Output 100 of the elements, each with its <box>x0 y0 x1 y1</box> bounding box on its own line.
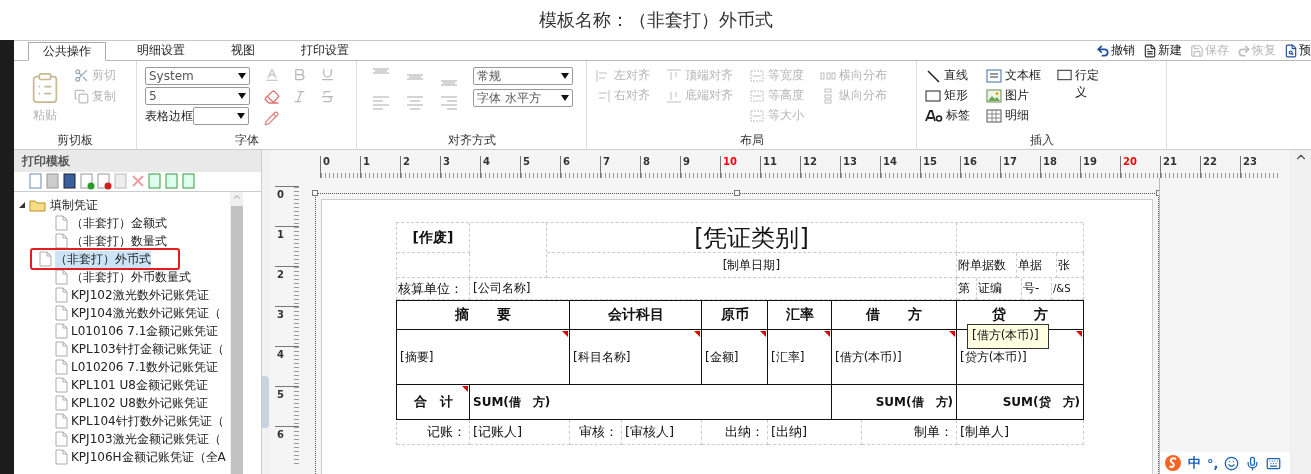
tree-item[interactable]: KPL104针打数外记账凭证（ <box>55 412 224 430</box>
ruler-number: 4 <box>276 349 284 360</box>
bold-icon[interactable] <box>292 67 307 82</box>
text-align-right-icon[interactable] <box>439 93 459 113</box>
signature-label: 记账： <box>397 420 470 445</box>
direction-select[interactable]: 字体 水平方 <box>473 89 573 107</box>
ruler-number: 17 <box>1002 156 1018 167</box>
dropdown-arrow-icon[interactable] <box>237 113 245 119</box>
style-select[interactable]: 常规 <box>473 67 573 85</box>
ruler-number: 22 <box>1202 156 1218 167</box>
tree-folder[interactable]: 填制凭证 <box>18 196 98 214</box>
same-size-icon <box>749 107 765 124</box>
ruler-number: 6 <box>276 429 284 440</box>
tab[interactable]: 视图 <box>216 41 270 60</box>
line-insert-button[interactable]: 直线 <box>925 67 970 84</box>
sum-field: SUM(贷 方) <box>957 385 1084 420</box>
voucher-type-title: [凭证类别] <box>547 223 957 253</box>
dropdown-arrow-icon[interactable] <box>238 93 246 99</box>
tree-item[interactable]: KPJ102激光数外记账凭证 <box>55 286 209 304</box>
import-icon[interactable] <box>147 173 163 190</box>
file-remove-icon[interactable] <box>96 173 112 190</box>
document-icon <box>39 251 52 267</box>
input-mode[interactable]: 中 <box>1188 454 1201 472</box>
dropdown-arrow-icon[interactable] <box>561 95 569 101</box>
ruler-number: 6 <box>562 156 571 167</box>
attachment-label: 附单据数 <box>957 253 1017 278</box>
group-title: 布局 <box>738 132 765 149</box>
number-label: 第 <box>957 278 977 300</box>
ruler-number: 2 <box>276 269 284 280</box>
tree-item[interactable]: KPJ103激光金额记账凭证（ <box>55 430 221 448</box>
ruler-number: 21 <box>1162 156 1178 167</box>
row-definition-button[interactable]: 行定义 <box>1057 67 1109 101</box>
signature-field: [记账人] <box>470 420 570 445</box>
group-title: 剪切板 <box>56 132 94 149</box>
scrollbar[interactable] <box>230 192 243 474</box>
tree-item[interactable]: （非套打）外币数量式 <box>55 268 191 286</box>
detail-insert-button[interactable]: 明细 <box>986 107 1041 124</box>
tree-item[interactable]: KPJ104激光数外记账凭证（ <box>55 304 221 322</box>
tree-item[interactable]: KPL103针打金额记账凭证（ <box>55 340 224 358</box>
export-icon[interactable] <box>164 173 180 190</box>
same-width-icon <box>749 67 765 84</box>
tree-item[interactable]: L010206 7.1数外记账凭证 <box>55 358 219 376</box>
microphone-icon[interactable] <box>1245 455 1261 471</box>
tab[interactable]: 明细设置 <box>122 41 200 60</box>
checklist-icon[interactable] <box>181 173 197 190</box>
image-insert-button[interactable]: 图片 <box>986 87 1041 104</box>
new-file-icon[interactable] <box>28 173 44 190</box>
eraser-icon[interactable] <box>264 89 280 105</box>
detail-field: [科目名称] <box>570 330 702 385</box>
font-size-select[interactable]: 5 <box>145 87 250 105</box>
new-button[interactable]: 新建 <box>1143 42 1182 59</box>
border-select[interactable] <box>193 107 249 125</box>
collapse-icon[interactable] <box>18 201 26 209</box>
document-icon <box>55 341 68 357</box>
dropdown-arrow-icon[interactable] <box>561 73 569 79</box>
tree-item[interactable]: （非套打）数量式 <box>55 232 167 250</box>
signature-field: [制单人] <box>957 420 1084 445</box>
tree-item[interactable]: （非套打）金额式 <box>55 214 167 232</box>
tree-item[interactable]: KPL101 U8金额记账凭证 <box>55 376 208 394</box>
font-family-select[interactable]: System <box>145 67 250 85</box>
preview-icon <box>1284 43 1298 58</box>
dropdown-arrow-icon[interactable] <box>238 73 246 79</box>
tree-item[interactable]: KPL102 U8数外记账凭证 <box>55 394 208 412</box>
tree-item[interactable]: KPJ106H金额记账凭证（全A <box>55 448 226 466</box>
keyboard-icon[interactable] <box>1266 455 1282 471</box>
text-align-left-icon[interactable] <box>371 93 391 113</box>
ruler-number: 2 <box>402 156 411 167</box>
tab[interactable]: 打印设置 <box>286 41 364 60</box>
emoji-icon[interactable] <box>1224 455 1240 471</box>
label-insert-button[interactable]: 标签 <box>925 107 970 124</box>
pencil-icon[interactable] <box>264 111 279 126</box>
panel-title: 打印模板 <box>14 150 261 172</box>
text-align-center-icon[interactable] <box>405 93 425 113</box>
rect-insert-button[interactable]: 矩形 <box>925 87 970 104</box>
properties-icon[interactable] <box>62 173 78 190</box>
tooltip: [借方(本币)] <box>967 324 1049 349</box>
resize-handle[interactable] <box>734 190 740 196</box>
tree-item[interactable]: L010106 7.1金额记账凭证 <box>55 322 219 340</box>
underline-icon[interactable] <box>320 67 335 82</box>
image-icon <box>986 87 1002 104</box>
file-check-icon[interactable] <box>79 173 95 190</box>
group-title: 字体 <box>233 132 260 149</box>
punctuation-mode[interactable]: °, <box>1207 455 1219 471</box>
resize-handle[interactable] <box>312 190 318 196</box>
document-icon <box>55 287 68 303</box>
textbox-insert-button[interactable]: 文本框 <box>986 67 1041 84</box>
scrollbar[interactable] <box>1290 150 1311 474</box>
ruler-number: 15 <box>922 156 938 167</box>
splitter-handle[interactable] <box>262 376 269 428</box>
undo-button[interactable]: 撤销 <box>1096 42 1135 59</box>
column-header: 会计科目 <box>570 300 702 330</box>
ruler-number: 4 <box>482 156 491 167</box>
column-header: 汇率 <box>768 300 832 330</box>
strikethrough-icon[interactable] <box>320 89 335 104</box>
ruler-number: 18 <box>1042 156 1058 167</box>
tab[interactable]: 公共操作 <box>28 42 106 61</box>
italic-icon[interactable] <box>292 89 307 104</box>
ruler-number: 0 <box>276 189 284 200</box>
preview-button[interactable]: 预 <box>1284 42 1311 59</box>
font-color-icon[interactable] <box>264 67 280 83</box>
